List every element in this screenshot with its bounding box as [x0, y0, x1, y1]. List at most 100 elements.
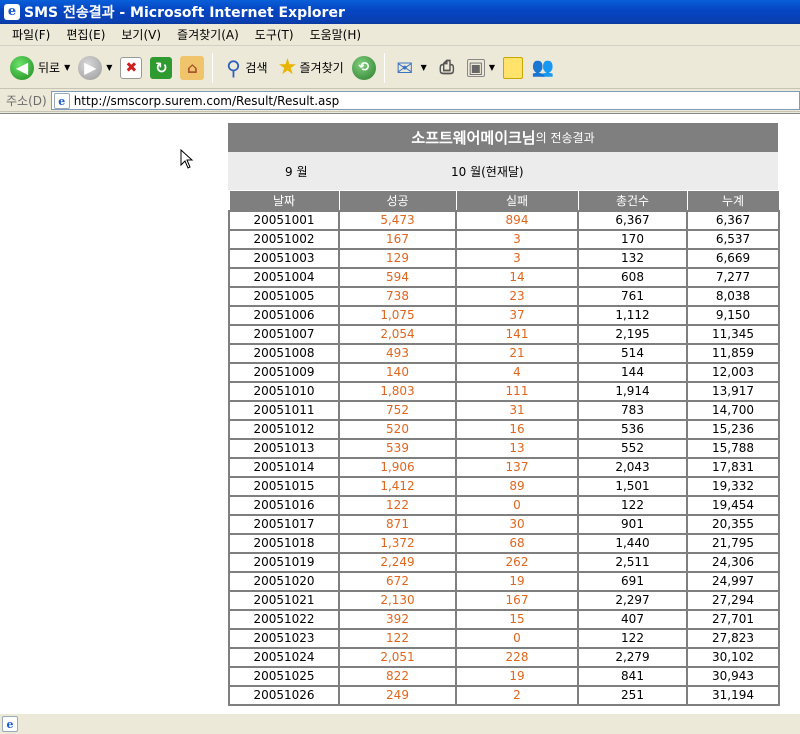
- cell-date: 20051009: [228, 361, 340, 383]
- mail-button[interactable]: ✉ ▼: [389, 51, 431, 85]
- favorites-button[interactable]: ★ 즐겨찾기: [272, 51, 348, 85]
- table-row: 20051004 594 14 608 7,277: [228, 266, 780, 288]
- back-label: 뒤로: [38, 61, 61, 75]
- cell-success: 129: [338, 247, 457, 269]
- print-button[interactable]: ⎙: [431, 51, 463, 85]
- cell-date: 20051016: [228, 494, 340, 516]
- table-row: 20051001 5,473 894 6,367 6,367: [228, 209, 780, 231]
- table-row: 20051013 539 13 552 15,788: [228, 437, 780, 459]
- cell-cumulative: 14,700: [686, 399, 780, 421]
- cell-fail: 167: [455, 589, 579, 611]
- cell-date: 20051008: [228, 342, 340, 364]
- forward-arrow-icon: ▶: [78, 55, 103, 80]
- cell-cumulative: 19,332: [686, 475, 780, 497]
- search-label: 검색: [245, 61, 268, 75]
- cell-cumulative: 27,294: [686, 589, 780, 611]
- messenger-button[interactable]: 👥: [527, 51, 559, 85]
- cell-fail: 14: [455, 266, 579, 288]
- table-row: 20051019 2,249 262 2,511 24,306: [228, 551, 780, 573]
- menu-view[interactable]: 보기(V): [113, 26, 169, 43]
- search-button[interactable]: ⚲ 검색: [217, 51, 271, 85]
- cell-total: 1,112: [577, 304, 688, 326]
- discuss-button[interactable]: [499, 51, 527, 85]
- mail-icon: ✉: [396, 55, 414, 80]
- history-button[interactable]: ⟲: [348, 51, 380, 85]
- table-row: 20051007 2,054 141 2,195 11,345: [228, 323, 780, 345]
- cell-fail: 3: [455, 247, 579, 269]
- menu-help[interactable]: 도움말(H): [302, 26, 370, 43]
- cell-total: 2,511: [577, 551, 688, 573]
- menu-file[interactable]: 파일(F): [4, 26, 58, 43]
- cell-success: 167: [338, 228, 457, 250]
- address-field[interactable]: e http://smscorp.surem.com/Result/Result…: [50, 91, 800, 110]
- cell-date: 20051021: [228, 589, 340, 611]
- cell-cumulative: 6,669: [686, 247, 780, 269]
- cell-cumulative: 30,102: [686, 646, 780, 668]
- page-content: 소프트웨어메이크님 의 전송결과 9 월 10 월(현재달) 날짜 성공 실패 …: [0, 113, 800, 713]
- table-row: 20051002 167 3 170 6,537: [228, 228, 780, 250]
- menu-favorites[interactable]: 즐겨찾기(A): [169, 26, 247, 43]
- cell-fail: 15: [455, 608, 579, 630]
- forward-button[interactable]: ▶ ▼: [74, 51, 116, 85]
- cell-fail: 0: [455, 627, 579, 649]
- cell-total: 251: [577, 684, 688, 706]
- month-selector: 9 월 10 월(현재달): [228, 152, 778, 190]
- home-icon: ⌂: [180, 55, 205, 80]
- cell-total: 2,297: [577, 589, 688, 611]
- cell-date: 20051025: [228, 665, 340, 687]
- history-icon: ⟲: [351, 55, 376, 80]
- cell-success: 594: [338, 266, 457, 288]
- cell-cumulative: 31,194: [686, 684, 780, 706]
- cell-cumulative: 11,345: [686, 323, 780, 345]
- cell-success: 122: [338, 627, 457, 649]
- cell-date: 20051017: [228, 513, 340, 535]
- edit-page-icon: ▣: [466, 58, 485, 77]
- stop-icon: ✖: [120, 56, 143, 79]
- cell-success: 752: [338, 399, 457, 421]
- stop-button[interactable]: ✖: [116, 51, 146, 85]
- cell-cumulative: 6,367: [686, 209, 780, 231]
- cell-total: 6,367: [577, 209, 688, 231]
- edit-button[interactable]: ▣ ▼: [463, 51, 499, 85]
- ie-window: e SMS 전송결과 - Microsoft Internet Explorer…: [0, 0, 800, 734]
- table-row: 20051010 1,803 111 1,914 13,917: [228, 380, 780, 402]
- back-dropdown-icon[interactable]: ▼: [64, 63, 70, 72]
- note-icon: [502, 56, 523, 79]
- cell-date: 20051012: [228, 418, 340, 440]
- address-url[interactable]: http://smscorp.surem.com/Result/Result.a…: [74, 94, 340, 108]
- cell-total: 841: [577, 665, 688, 687]
- month-link-prev[interactable]: 9 월: [285, 163, 308, 180]
- result-title-main: 소프트웨어메이크님: [411, 129, 536, 147]
- result-table: 날짜 성공 실패 총건수 누계 20051001 5,473 894 6,367 6,3…: [228, 190, 780, 706]
- cell-total: 144: [577, 361, 688, 383]
- cell-total: 761: [577, 285, 688, 307]
- window-title: SMS 전송결과 - Microsoft Internet Explorer: [24, 5, 345, 21]
- edit-dropdown-icon[interactable]: ▼: [489, 63, 495, 72]
- cell-cumulative: 21,795: [686, 532, 780, 554]
- table-row: 20051021 2,130 167 2,297 27,294: [228, 589, 780, 611]
- cell-fail: 19: [455, 570, 579, 592]
- table-row: 20051009 140 4 144 12,003: [228, 361, 780, 383]
- back-button[interactable]: ◀ 뒤로 ▼: [6, 51, 74, 85]
- cell-total: 2,279: [577, 646, 688, 668]
- cell-fail: 2: [455, 684, 579, 706]
- cell-cumulative: 6,537: [686, 228, 780, 250]
- cell-cumulative: 13,917: [686, 380, 780, 402]
- cell-cumulative: 24,997: [686, 570, 780, 592]
- cell-total: 132: [577, 247, 688, 269]
- table-row: 20051018 1,372 68 1,440 21,795: [228, 532, 780, 554]
- cell-cumulative: 27,823: [686, 627, 780, 649]
- cell-success: 140: [338, 361, 457, 383]
- menu-tools[interactable]: 도구(T): [247, 26, 302, 43]
- forward-dropdown-icon[interactable]: ▼: [106, 63, 112, 72]
- month-link-current[interactable]: 10 월(현재달): [451, 163, 524, 180]
- cell-total: 536: [577, 418, 688, 440]
- mail-dropdown-icon[interactable]: ▼: [421, 63, 427, 72]
- cell-date: 20051002: [228, 228, 340, 250]
- home-button[interactable]: ⌂: [176, 51, 208, 85]
- cell-cumulative: 12,003: [686, 361, 780, 383]
- cell-fail: 3: [455, 228, 579, 250]
- cell-total: 1,440: [577, 532, 688, 554]
- refresh-button[interactable]: ↻: [146, 51, 176, 85]
- menu-edit[interactable]: 편집(E): [58, 26, 113, 43]
